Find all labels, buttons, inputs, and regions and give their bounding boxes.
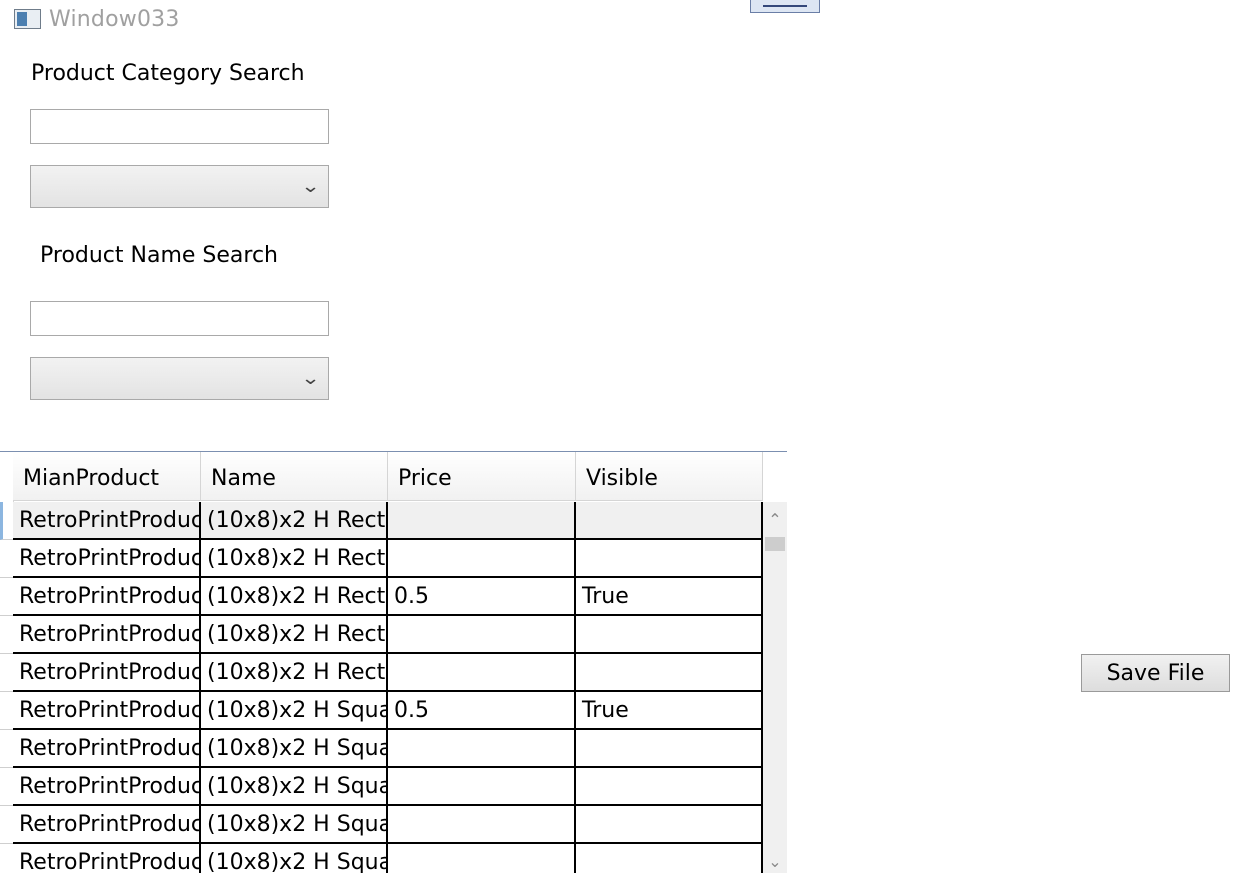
table-cell-mianproduct[interactable]: RetroPrintProduct bbox=[13, 616, 201, 654]
table-cell-name[interactable]: (10x8)x2 H Square bbox=[201, 844, 388, 873]
row-header[interactable] bbox=[0, 730, 13, 768]
window-title: Window033 bbox=[49, 6, 180, 32]
chevron-down-icon: ⌄ bbox=[300, 368, 321, 389]
name-search-label: Product Name Search bbox=[40, 243, 279, 268]
save-file-button[interactable]: Save File bbox=[1081, 654, 1230, 692]
table-cell-name[interactable]: (10x8)x2 H Rectangle bbox=[201, 578, 388, 616]
chevron-down-icon[interactable]: ⌄ bbox=[763, 852, 787, 871]
table-cell-price[interactable] bbox=[388, 844, 576, 873]
table-cell-name[interactable]: (10x8)x2 H Rectangle bbox=[201, 502, 388, 540]
table-cell-visible[interactable] bbox=[576, 540, 763, 578]
column-header[interactable]: Name bbox=[201, 452, 388, 501]
table-cell-mianproduct[interactable]: RetroPrintProduct bbox=[13, 806, 201, 844]
table-cell-name[interactable]: (10x8)x2 H Rectangle bbox=[201, 654, 388, 692]
table-cell-visible[interactable] bbox=[576, 616, 763, 654]
table-cell-mianproduct[interactable]: RetroPrintProduct bbox=[13, 692, 201, 730]
app-window-icon bbox=[12, 7, 42, 31]
row-header[interactable] bbox=[0, 692, 13, 730]
row-header[interactable] bbox=[0, 844, 13, 873]
table-cell-visible[interactable] bbox=[576, 844, 763, 873]
table-cell-price[interactable] bbox=[388, 730, 576, 768]
table-cell-mianproduct[interactable]: RetroPrintProduct bbox=[13, 502, 201, 540]
table-cell-name[interactable]: (10x8)x2 H Rectangle bbox=[201, 540, 388, 578]
row-header[interactable] bbox=[0, 616, 13, 654]
table-cell-name[interactable]: (10x8)x2 H Rectangle bbox=[201, 616, 388, 654]
row-header[interactable] bbox=[0, 540, 13, 578]
table-cell-name[interactable]: (10x8)x2 H Square bbox=[201, 806, 388, 844]
row-header[interactable] bbox=[0, 502, 13, 540]
table-cell-price[interactable] bbox=[388, 768, 576, 806]
table-cell-name[interactable]: (10x8)x2 H Square bbox=[201, 768, 388, 806]
table-cell-mianproduct[interactable]: RetroPrintProduct bbox=[13, 654, 201, 692]
title-bar: Window033 bbox=[12, 4, 180, 34]
table-cell-visible[interactable] bbox=[576, 730, 763, 768]
table-cell-price[interactable] bbox=[388, 806, 576, 844]
table-cell-visible[interactable] bbox=[576, 768, 763, 806]
products-data-grid[interactable]: RetroPrintProduct(10x8)x2 H RectangleRet… bbox=[0, 451, 787, 873]
table-cell-visible[interactable] bbox=[576, 654, 763, 692]
name-dropdown[interactable]: ⌄ bbox=[30, 357, 329, 400]
table-cell-visible[interactable]: True bbox=[576, 692, 763, 730]
column-header[interactable]: Visible bbox=[576, 452, 763, 501]
table-cell-mianproduct[interactable]: RetroPrintProduct bbox=[13, 578, 201, 616]
table-cell-price[interactable]: 0.5 bbox=[388, 578, 576, 616]
table-cell-visible[interactable] bbox=[576, 502, 763, 540]
table-cell-price[interactable] bbox=[388, 502, 576, 540]
chevron-down-icon: ⌄ bbox=[300, 176, 321, 197]
row-header[interactable] bbox=[0, 578, 13, 616]
chevron-up-icon[interactable]: ⌃ bbox=[763, 510, 787, 529]
scroll-thumb[interactable] bbox=[765, 537, 785, 551]
table-cell-mianproduct[interactable]: RetroPrintProduct bbox=[13, 768, 201, 806]
table-cell-name[interactable]: (10x8)x2 H Square bbox=[201, 692, 388, 730]
table-cell-price[interactable] bbox=[388, 540, 576, 578]
vertical-scrollbar[interactable]: ⌃ ⌄ bbox=[763, 502, 787, 873]
row-header[interactable] bbox=[0, 768, 13, 806]
column-header[interactable]: Price bbox=[388, 452, 576, 501]
category-search-input[interactable] bbox=[30, 109, 329, 144]
table-cell-mianproduct[interactable]: RetroPrintProduct bbox=[13, 844, 201, 873]
table-cell-mianproduct[interactable]: RetroPrintProduct bbox=[13, 540, 201, 578]
minimized-window-tab[interactable] bbox=[750, 0, 820, 13]
table-cell-price[interactable] bbox=[388, 616, 576, 654]
table-cell-mianproduct[interactable]: RetroPrintProduct bbox=[13, 730, 201, 768]
category-search-label: Product Category Search bbox=[31, 61, 305, 86]
column-header[interactable]: MianProduct bbox=[13, 452, 201, 501]
name-search-input[interactable] bbox=[30, 301, 329, 336]
category-dropdown[interactable]: ⌄ bbox=[30, 165, 329, 208]
table-cell-name[interactable]: (10x8)x2 H Square bbox=[201, 730, 388, 768]
table-cell-visible[interactable]: True bbox=[576, 578, 763, 616]
table-cell-visible[interactable] bbox=[576, 806, 763, 844]
table-cell-price[interactable]: 0.5 bbox=[388, 692, 576, 730]
row-header[interactable] bbox=[0, 806, 13, 844]
row-header[interactable] bbox=[0, 654, 13, 692]
table-cell-price[interactable] bbox=[388, 654, 576, 692]
